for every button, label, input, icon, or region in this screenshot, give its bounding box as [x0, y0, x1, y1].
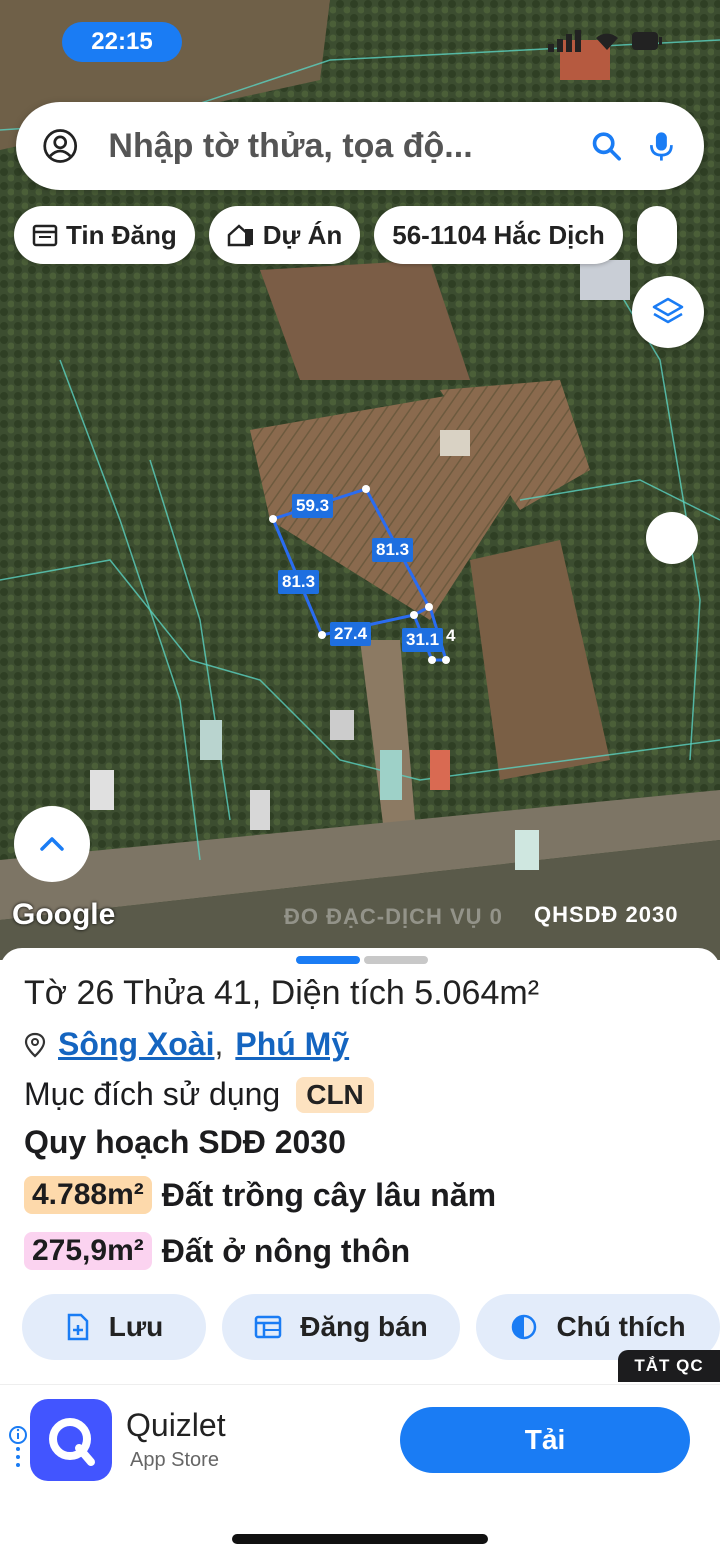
microphone-icon[interactable]	[645, 128, 678, 164]
chevron-up-icon	[40, 837, 64, 851]
signal-icon	[548, 30, 581, 52]
zone-row: 4.788m² Đất trồng cây lâu năm	[24, 1176, 496, 1214]
layers-icon	[652, 297, 684, 324]
save-button[interactable]: Lưu	[22, 1294, 206, 1360]
legend-label: Chú thích	[556, 1311, 686, 1342]
plot-edge-label: 4	[446, 626, 456, 645]
status-time: 22:15	[62, 22, 182, 62]
ad-store-label: App Store	[130, 1449, 219, 1471]
listing-icon	[254, 1315, 282, 1339]
zone-label: Đất ở nông thôn	[161, 1232, 411, 1269]
building-icon	[227, 224, 253, 247]
location-pin-icon	[24, 1032, 46, 1057]
parcel-sheet: Tờ 26 Thửa 41, Diện tích 5.064m² Sông Xo…	[0, 948, 720, 1384]
hide-ads-button[interactable]: TẮT QC	[618, 1350, 720, 1382]
quizlet-app-icon[interactable]	[30, 1399, 112, 1481]
expand-up-button[interactable]	[14, 806, 90, 882]
map-view[interactable]: 59.3 81.3 81.3 27.4 31.1 4 22:15 Tin Đăn…	[0, 0, 720, 960]
add-file-icon	[67, 1313, 88, 1341]
zone-area: 4.788m²	[24, 1176, 152, 1214]
quizlet-logo-icon	[49, 1418, 95, 1466]
calendar-icon	[32, 224, 58, 247]
plot-edge-label: 81.3	[278, 570, 320, 594]
search-icon[interactable]	[590, 128, 623, 164]
search-input[interactable]	[108, 126, 569, 166]
plot-edge-label: 81.3	[372, 538, 414, 562]
chip-location[interactable]: 56-1104 Hắc Dịch	[374, 206, 623, 264]
chip-label: 56-1104 Hắc Dịch	[392, 219, 605, 250]
overlay-label: QHSDĐ 2030	[534, 902, 679, 927]
parcel-title: Tờ 26 Thửa 41, Diện tích 5.064m²	[24, 974, 540, 1012]
ad-app-name: Quizlet	[126, 1407, 226, 1443]
wifi-icon	[596, 33, 618, 50]
plot-edge-label: 59.3	[292, 494, 334, 518]
search-bar[interactable]	[16, 102, 704, 190]
plot-edge-label: 27.4	[330, 622, 372, 646]
contrast-icon	[512, 1314, 537, 1340]
save-label: Lưu	[108, 1311, 164, 1342]
layers-button[interactable]	[632, 276, 704, 348]
location-row: Sông Xoài , Phú Mỹ	[24, 1026, 349, 1063]
post-sale-button[interactable]: Đăng bán	[222, 1294, 460, 1360]
sheet-handle[interactable]	[296, 956, 428, 964]
user-icon[interactable]	[42, 126, 78, 166]
ad-banner[interactable]: Quizlet App Store Tải	[0, 1384, 720, 1496]
ward-link[interactable]: Sông Xoài	[58, 1026, 214, 1063]
chip-projects[interactable]: Dự Án	[208, 206, 361, 264]
purpose-row: Mục đích sử dụng CLN	[24, 1076, 374, 1113]
ad-install-button[interactable]: Tải	[400, 1407, 690, 1473]
chip-label: Dự Án	[262, 219, 343, 250]
ad-info-icon[interactable]	[8, 1425, 28, 1469]
zone-area: 275,9m²	[24, 1232, 152, 1270]
chip-label: Tin Đăng	[66, 219, 177, 250]
action-buttons: Lưu Đăng bán Chú thích	[22, 1294, 720, 1360]
filter-chips: Tin Đăng Dự Án 56-1104 Hắc Dịch	[14, 206, 677, 264]
plot-edge-label: 31.1	[402, 628, 444, 652]
separator: ,	[214, 1026, 224, 1062]
chip-more[interactable]	[636, 206, 677, 264]
purpose-badge: CLN	[296, 1076, 374, 1113]
zone-label: Đất trồng cây lâu năm	[161, 1176, 497, 1213]
zone-row: 275,9m² Đất ở nông thôn	[24, 1232, 410, 1270]
chip-listings[interactable]: Tin Đăng	[14, 206, 195, 264]
plan-title: Quy hoạch SDĐ 2030	[24, 1124, 346, 1160]
city-link[interactable]: Phú Mỹ	[235, 1026, 349, 1063]
post-sale-label: Đăng bán	[300, 1311, 428, 1342]
map-watermark: ĐO ĐẠC-DỊCH VỤ 0	[284, 904, 503, 929]
map-control-button[interactable]	[646, 512, 698, 564]
battery-icon	[632, 32, 662, 50]
home-indicator[interactable]	[232, 1534, 488, 1544]
status-icons	[548, 30, 662, 52]
purpose-label: Mục đích sử dụng	[24, 1076, 281, 1112]
google-logo: Google	[12, 898, 116, 931]
